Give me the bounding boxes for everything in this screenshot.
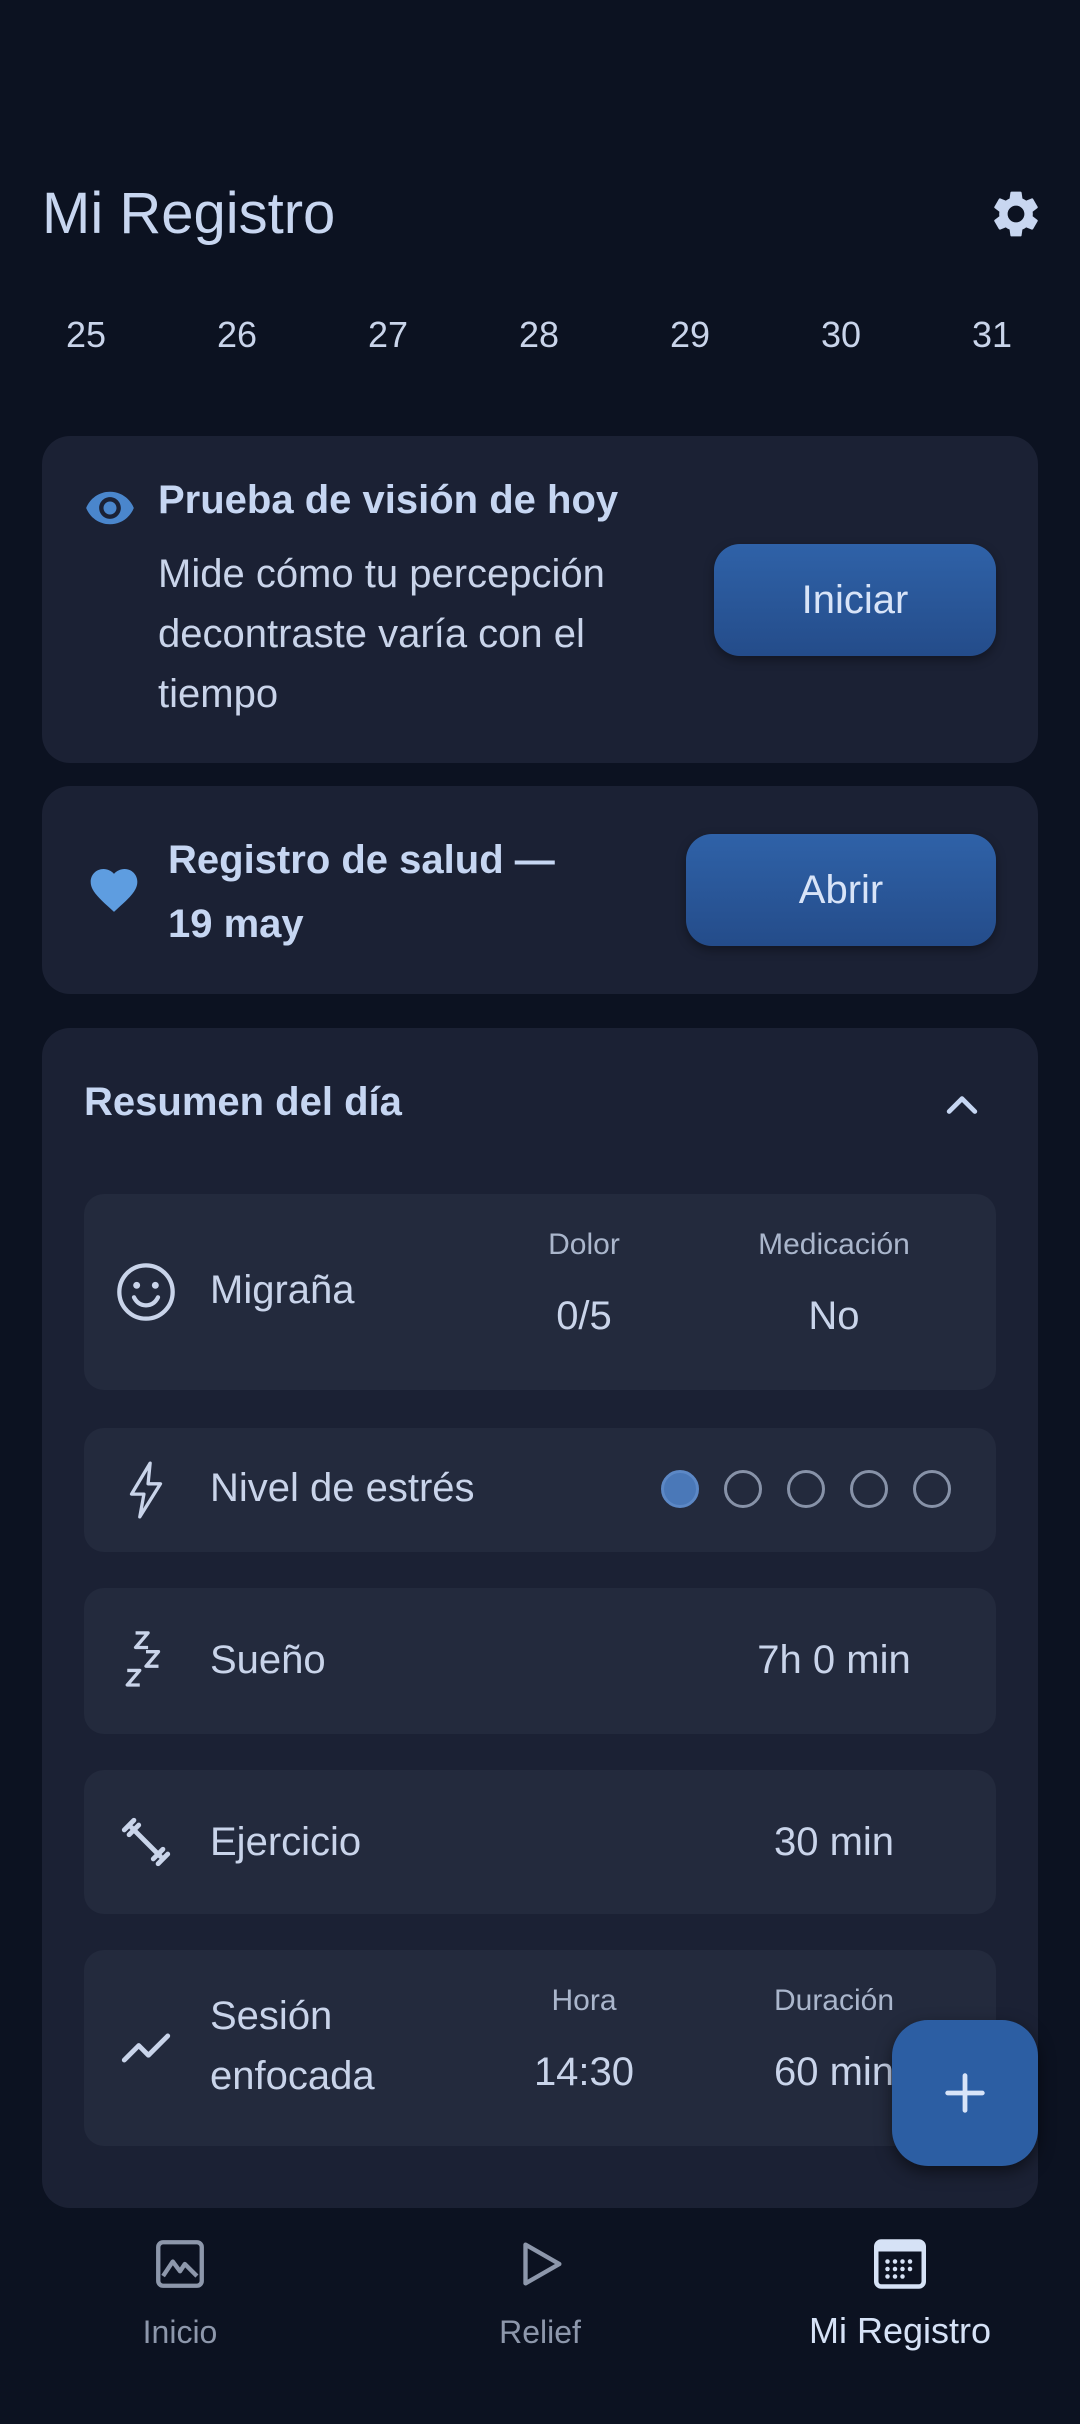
eye-icon — [86, 491, 134, 525]
summary-title: Resumen del día — [84, 1080, 402, 1124]
heart-icon — [90, 869, 138, 912]
sleep-value: 7h 0 min — [757, 1638, 911, 1682]
sleep-zzz-icon — [114, 1628, 178, 1692]
page-title: Mi Registro — [42, 181, 336, 246]
exercise-label: Ejercicio — [210, 1820, 362, 1864]
add-entry-button[interactable] — [892, 2020, 1038, 2166]
day-item[interactable]: 27 — [338, 300, 438, 370]
app-header: Mi Registro — [0, 150, 1080, 280]
trend-icon — [114, 2016, 178, 2080]
vision-test-title: Prueba de visión de hoy — [158, 478, 619, 522]
focus-session-label: Sesión enfocada — [210, 1994, 375, 2098]
nav-item-home[interactable]: Inicio — [30, 2230, 330, 2360]
stress-row[interactable]: Nivel de estrés — [84, 1428, 996, 1552]
focus-session-row[interactable]: Sesión enfocada Hora 14:30 Duración 60 m… — [84, 1950, 996, 2146]
chevron-up-icon — [946, 1096, 978, 1114]
nav-item-my-log[interactable]: Mi Registro — [750, 2230, 1050, 2360]
collapse-button[interactable] — [932, 1076, 992, 1136]
daily-summary-card: Resumen del día Migraña Dolor 0/5 Medica… — [42, 1028, 1038, 2208]
calendar-icon — [866, 2230, 934, 2298]
stress-level-dot[interactable] — [913, 1470, 951, 1508]
stress-level-dot[interactable] — [661, 1470, 699, 1508]
duration-caption: Duración — [773, 1984, 895, 2017]
exercise-row[interactable]: Ejercicio 30 min — [84, 1770, 996, 1914]
plus-icon — [945, 2073, 985, 2113]
exercise-value: 30 min — [773, 1820, 895, 1864]
image-icon — [146, 2230, 214, 2298]
dumbbell-icon — [114, 1810, 178, 1874]
pain-caption: Dolor — [548, 1228, 620, 1261]
day-item[interactable]: 30 — [791, 300, 891, 370]
medication-value: No — [808, 1294, 860, 1338]
stress-level-dot[interactable] — [724, 1470, 762, 1508]
lightning-icon — [114, 1458, 178, 1522]
vision-test-description: Mide cómo tu percepción decontraste varí… — [158, 552, 605, 716]
time-value: 14:30 — [533, 2050, 635, 2094]
nav-label: Inicio — [142, 2314, 218, 2350]
sleep-label: Sueño — [210, 1638, 326, 1682]
settings-button[interactable] — [984, 182, 1048, 246]
migraine-row[interactable]: Migraña Dolor 0/5 Medicación No — [84, 1194, 996, 1390]
stress-level-dot[interactable] — [787, 1470, 825, 1508]
stress-level-dot[interactable] — [850, 1470, 888, 1508]
vision-test-card: Prueba de visión de hoy Mide cómo tu per… — [42, 436, 1038, 763]
day-item[interactable]: 26 — [187, 300, 287, 370]
nav-label: Relief — [499, 2314, 581, 2350]
bottom-navigation: Inicio Relief Mi Registro — [0, 2210, 1080, 2424]
open-button[interactable]: Abrir — [686, 834, 996, 946]
day-item[interactable]: 31 — [942, 300, 1042, 370]
migraine-label: Migraña — [210, 1268, 355, 1312]
time-caption: Hora — [551, 1984, 617, 2017]
day-item[interactable]: 29 — [640, 300, 740, 370]
day-strip: 25 26 27 28 29 30 31 — [0, 300, 1080, 370]
health-log-title: Registro de salud — 19 may — [168, 838, 555, 946]
start-button[interactable]: Iniciar — [714, 544, 996, 656]
nav-label: Mi Registro — [808, 2310, 992, 2351]
gear-icon — [994, 191, 1038, 237]
stress-label: Nivel de estrés — [210, 1466, 475, 1510]
sleep-row[interactable]: Sueño 7h 0 min — [84, 1588, 996, 1734]
smile-icon — [114, 1260, 178, 1324]
health-log-card: Registro de salud — 19 may Abrir — [42, 786, 1038, 994]
day-item[interactable]: 28 — [489, 300, 589, 370]
nav-item-relief[interactable]: Relief — [390, 2230, 690, 2360]
play-icon — [506, 2230, 574, 2298]
day-item[interactable]: 25 — [36, 300, 136, 370]
medication-caption: Medicación — [758, 1228, 910, 1261]
pain-value: 0/5 — [556, 1294, 612, 1338]
